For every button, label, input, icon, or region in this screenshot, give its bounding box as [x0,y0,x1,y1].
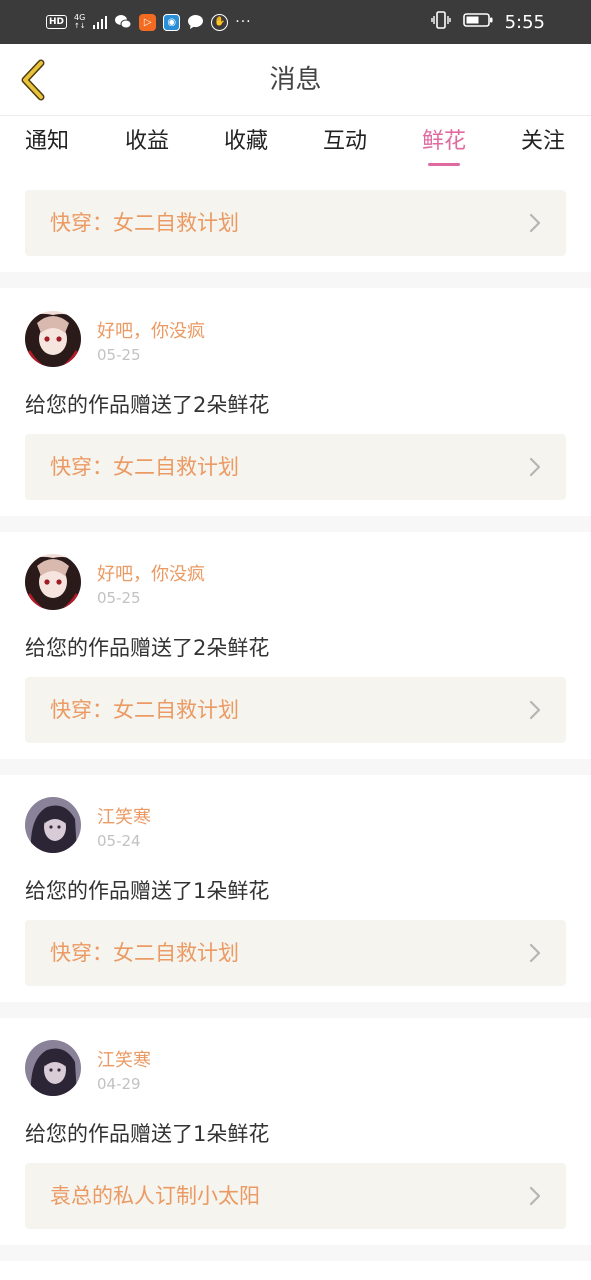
tab-label: 关注 [520,129,565,154]
message-card-partial: 快穿：女二自救计划 [0,176,591,270]
nav-header: 消息 [0,44,591,116]
username[interactable]: 好吧，你没疯 [97,317,205,343]
chevron-right-icon [529,943,541,963]
book-link[interactable]: 袁总的私人订制小太阳 [25,1163,566,1229]
back-button[interactable] [12,56,52,104]
tab-label: 互动 [322,129,367,154]
message-card: 好吧，你没疯 05-25 给您的作品赠送了2朵鲜花 快穿：女二自救计划 [0,289,591,516]
message-card: 好吧，你没疯 05-25 给您的作品赠送了2朵鲜花 快穿：女二自救计划 [0,532,591,759]
book-link[interactable]: 快穿：女二自救计划 [25,190,566,256]
tab-label: 鲜花 [421,129,466,154]
tab-interactions[interactable]: 互动 [305,116,385,172]
message-card: 江笑寒 04-29 给您的作品赠送了1朵鲜花 袁总的私人订制小太阳 [0,1018,591,1245]
message-date: 05-24 [97,832,141,850]
vibrate-icon [430,11,451,33]
username[interactable]: 好吧，你没疯 [97,560,205,586]
tab-follows[interactable]: 关注 [503,116,583,172]
chevron-right-icon [529,1186,541,1206]
more-notifications-icon: ··· [235,14,252,30]
username[interactable]: 江笑寒 [97,1046,151,1072]
tab-earnings[interactable]: 收益 [107,116,187,172]
browser-app-icon: ◉ [163,13,181,31]
back-arrow-icon [21,59,45,101]
divider [0,516,591,532]
avatar[interactable] [25,1040,81,1096]
tab-favorites[interactable]: 收藏 [206,116,286,172]
hd-badge: HD [46,15,68,29]
message-card: 江笑寒 05-24 给您的作品赠送了1朵鲜花 快穿：女二自救计划 [0,775,591,1002]
network-label: 4G [74,13,86,22]
battery-icon [462,12,493,32]
chevron-right-icon [529,700,541,720]
book-title: 快穿：女二自救计划 [50,211,239,235]
message-date: 05-25 [97,589,141,607]
message-date: 04-29 [97,1075,141,1093]
message-icon [187,14,204,31]
divider [0,759,591,775]
book-link[interactable]: 快穿：女二自救计划 [25,920,566,986]
video-app-icon: ▷ [139,13,157,31]
hand-icon: ✋ [211,13,229,31]
message-date: 05-25 [97,346,141,364]
message-text: 给您的作品赠送了2朵鲜花 [25,636,270,660]
signal-icon [92,15,108,29]
status-bar: HD 4G ↑↓ ▷ ◉ ✋ ··· 5:55 [0,0,591,44]
book-title: 快穿：女二自救计划 [50,941,239,965]
avatar[interactable] [25,311,81,367]
wechat-icon [114,14,132,31]
book-link[interactable]: 快穿：女二自救计划 [25,434,566,500]
book-title: 快穿：女二自救计划 [50,698,239,722]
tab-flowers[interactable]: 鲜花 [404,116,484,172]
book-title: 袁总的私人订制小太阳 [50,1184,260,1208]
username[interactable]: 江笑寒 [97,803,151,829]
tab-label: 通知 [24,129,69,154]
chevron-right-icon [529,457,541,477]
tab-label: 收藏 [223,129,268,154]
book-link[interactable]: 快穿：女二自救计划 [25,677,566,743]
chevron-right-icon [529,213,541,233]
divider [0,272,591,288]
network-type: 4G ↑↓ [74,13,86,31]
status-right-icons: 5:55 [430,11,545,33]
status-left-icons: HD 4G ↑↓ ▷ ◉ ✋ ··· [46,12,252,32]
book-title: 快穿：女二自救计划 [50,455,239,479]
message-text: 给您的作品赠送了2朵鲜花 [25,393,270,417]
avatar[interactable] [25,554,81,610]
clock: 5:55 [504,11,545,33]
page-title: 消息 [269,65,322,95]
tab-bar: 通知 收益 收藏 互动 鲜花 关注 [0,116,591,172]
tab-notifications[interactable]: 通知 [7,116,87,172]
message-text: 给您的作品赠送了1朵鲜花 [25,879,270,903]
divider [0,1245,591,1261]
divider [0,1002,591,1018]
message-text: 给您的作品赠送了1朵鲜花 [25,1122,270,1146]
tab-label: 收益 [124,129,169,154]
active-tab-indicator [428,163,460,166]
avatar[interactable] [25,797,81,853]
